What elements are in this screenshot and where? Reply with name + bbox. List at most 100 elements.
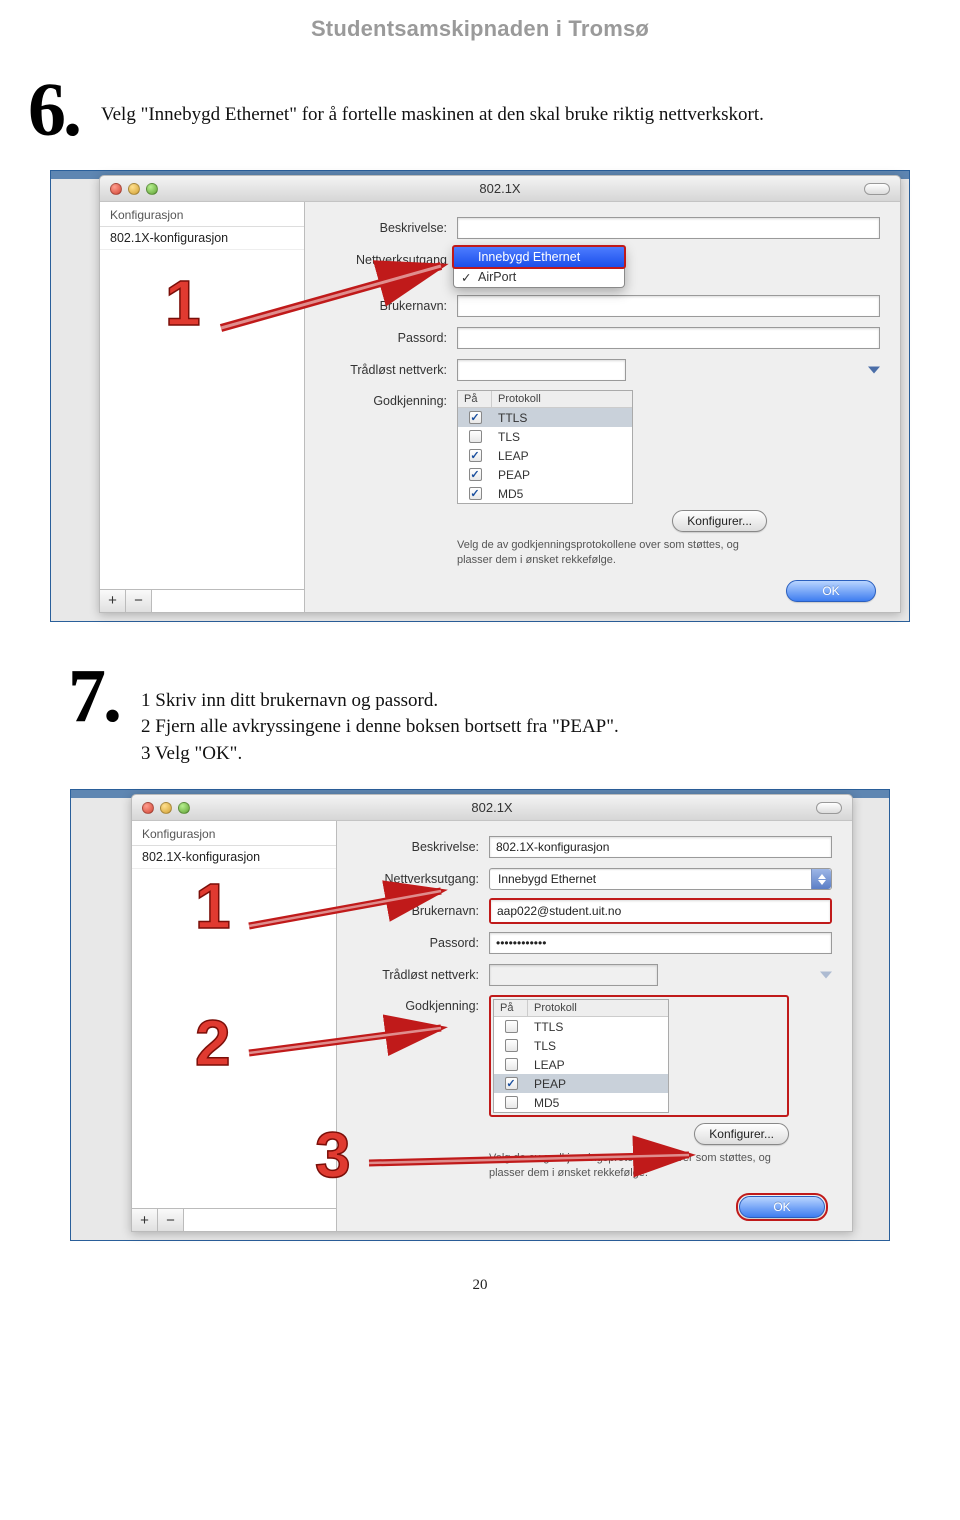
brukernavn-input[interactable]	[491, 900, 830, 922]
check-icon: ✓	[461, 270, 471, 285]
protocol-row-ttls[interactable]: TTLS	[458, 408, 632, 427]
konfigurer-button[interactable]: Konfigurer...	[672, 510, 767, 532]
step-7-line3: 3 Velg "OK".	[141, 741, 619, 768]
step-7-number: 7.	[68, 658, 119, 768]
nettverksutgang-dropdown[interactable]: Innebygd Ethernet ✓AirPort	[453, 246, 625, 288]
checkbox[interactable]	[469, 449, 482, 462]
protocol-row-md5[interactable]: MD5	[494, 1093, 668, 1112]
protocol-row-tls[interactable]: TLS	[458, 427, 632, 446]
label-beskrivelse: Beskrivelse:	[317, 221, 457, 235]
label-godkjenning: Godkjenning:	[349, 995, 489, 1013]
sidebar-header: Konfigurasjon	[132, 821, 336, 846]
config-sidebar: Konfigurasjon 802.1X-konfigurasjon + −	[132, 821, 337, 1231]
protocol-row-leap[interactable]: LEAP	[494, 1055, 668, 1074]
screenshot-2: 802.1X Konfigurasjon 802.1X-konfigurasjo…	[70, 789, 890, 1241]
dropdown-item-ethernet[interactable]: Innebygd Ethernet	[452, 245, 626, 269]
label-nettverk: Nettverksutgang:	[349, 872, 489, 886]
ok-button[interactable]: OK	[786, 580, 876, 602]
traffic-lights	[110, 183, 158, 195]
label-beskrivelse: Beskrivelse:	[349, 840, 489, 854]
label-godkjenning: Godkjenning:	[317, 390, 457, 408]
add-config-button[interactable]: +	[132, 1209, 158, 1231]
sidebar-item-config[interactable]: 802.1X-konfigurasjon	[132, 846, 336, 869]
protocol-header-on: På	[458, 391, 492, 407]
protocol-row-ttls[interactable]: TTLS	[494, 1017, 668, 1036]
remove-config-button[interactable]: −	[158, 1209, 184, 1231]
remove-config-button[interactable]: −	[126, 590, 152, 612]
sidebar-item-config[interactable]: 802.1X-konfigurasjon	[100, 227, 304, 250]
minimize-icon[interactable]	[128, 183, 140, 195]
toolbar-pill-button[interactable]	[864, 183, 890, 195]
mac-window-2: 802.1X Konfigurasjon 802.1X-konfigurasjo…	[131, 794, 853, 1232]
label-tradlost: Trådløst nettverk:	[317, 363, 457, 377]
step-7-text: 1 Skriv inn ditt brukernavn og passord. …	[141, 658, 619, 768]
brukernavn-input[interactable]	[457, 295, 880, 317]
protocol-row-peap[interactable]: PEAP	[494, 1074, 668, 1093]
step-7-line1: 1 Skriv inn ditt brukernavn og passord.	[141, 688, 619, 715]
checkbox[interactable]	[505, 1096, 518, 1109]
config-form: Beskrivelse: Nettverksutgang: Innebygd E…	[337, 821, 852, 1231]
label-passord: Passord:	[349, 936, 489, 950]
protocol-hint: Velg de av godkjenningsprotokollene over…	[457, 538, 747, 568]
page-number: 20	[28, 1277, 932, 1294]
step-6: 6. Velg "Innebygd Ethernet" for å fortel…	[28, 72, 932, 148]
chevron-down-icon[interactable]	[868, 367, 880, 374]
label-brukernavn: Brukernavn:	[349, 904, 489, 918]
chevron-down-icon	[820, 972, 832, 979]
checkbox[interactable]	[505, 1058, 518, 1071]
tradlost-input	[489, 964, 658, 986]
beskrivelse-input[interactable]	[457, 217, 880, 239]
label-tradlost: Trådløst nettverk:	[349, 968, 489, 982]
toolbar-pill-button[interactable]	[816, 802, 842, 814]
label-brukernavn: Brukernavn:	[317, 299, 457, 313]
label-passord: Passord:	[317, 331, 457, 345]
mac-window-1: 802.1X Konfigurasjon 802.1X-konfigurasjo…	[99, 175, 901, 613]
titlebar: 802.1X	[100, 176, 900, 202]
titlebar: 802.1X	[132, 795, 852, 821]
label-nettverk: Nettverksutgang	[317, 253, 457, 267]
checkbox[interactable]	[469, 487, 482, 500]
select-arrows-icon	[811, 869, 831, 889]
close-icon[interactable]	[142, 802, 154, 814]
passord-input[interactable]	[489, 932, 832, 954]
tradlost-input[interactable]	[457, 359, 626, 381]
protocol-header-on: På	[494, 1000, 528, 1016]
protocol-table: På Protokoll TTLS TLS LEAP PEAP MD5	[493, 999, 669, 1113]
protocol-row-leap[interactable]: LEAP	[458, 446, 632, 465]
checkbox[interactable]	[505, 1077, 518, 1090]
minimize-icon[interactable]	[160, 802, 172, 814]
passord-input[interactable]	[457, 327, 880, 349]
nettverksutgang-select[interactable]: Innebygd Ethernet	[489, 868, 832, 890]
sidebar-header: Konfigurasjon	[100, 202, 304, 227]
add-config-button[interactable]: +	[100, 590, 126, 612]
checkbox[interactable]	[505, 1020, 518, 1033]
ok-button[interactable]: OK	[739, 1196, 825, 1218]
protocol-table-highlight: På Protokoll TTLS TLS LEAP PEAP MD5	[489, 995, 789, 1117]
protocol-hint: Velg de av godkjenningsprotokollene over…	[489, 1151, 779, 1181]
select-value: Innebygd Ethernet	[498, 872, 596, 886]
ok-button-highlight: OK	[736, 1193, 828, 1221]
zoom-icon[interactable]	[178, 802, 190, 814]
zoom-icon[interactable]	[146, 183, 158, 195]
protocol-row-md5[interactable]: MD5	[458, 484, 632, 503]
step-7: 7. 1 Skriv inn ditt brukernavn og passor…	[68, 658, 932, 768]
config-sidebar: Konfigurasjon 802.1X-konfigurasjon + −	[100, 202, 305, 612]
protocol-row-peap[interactable]: PEAP	[458, 465, 632, 484]
page-header: Studentsamskipnaden i Tromsø	[28, 16, 932, 42]
config-form: Beskrivelse: Nettverksutgang Innebygd Et…	[305, 202, 900, 612]
checkbox[interactable]	[469, 430, 482, 443]
protocol-header-proto: Protokoll	[528, 1000, 583, 1016]
beskrivelse-input[interactable]	[489, 836, 832, 858]
checkbox[interactable]	[505, 1039, 518, 1052]
protocol-table: På Protokoll TTLS TLS LEAP PEAP MD5	[457, 390, 633, 504]
traffic-lights	[142, 802, 190, 814]
step-6-text: Velg "Innebygd Ethernet" for å fortelle …	[101, 72, 764, 148]
screenshot-1: 802.1X Konfigurasjon 802.1X-konfigurasjo…	[50, 170, 910, 622]
protocol-header-proto: Protokoll	[492, 391, 547, 407]
close-icon[interactable]	[110, 183, 122, 195]
protocol-row-tls[interactable]: TLS	[494, 1036, 668, 1055]
checkbox[interactable]	[469, 411, 482, 424]
dropdown-item-airport[interactable]: ✓AirPort	[454, 267, 624, 287]
checkbox[interactable]	[469, 468, 482, 481]
konfigurer-button[interactable]: Konfigurer...	[694, 1123, 789, 1145]
